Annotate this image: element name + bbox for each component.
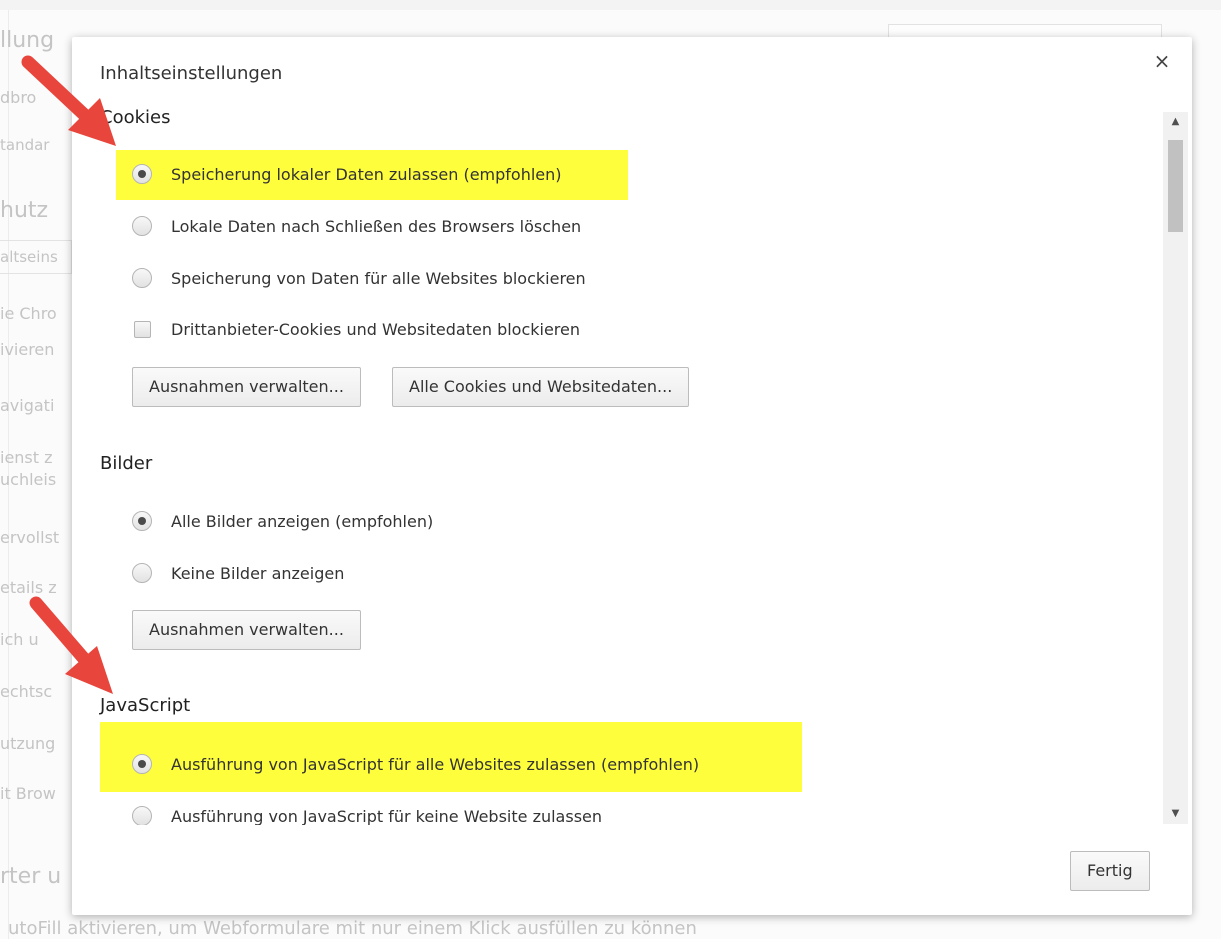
background-fragment: hutz	[0, 198, 49, 223]
background-fragment: etails z	[0, 578, 57, 597]
images-option-show-all[interactable]: Alle Bilder anzeigen (empfohlen)	[132, 509, 433, 533]
option-label: Lokale Daten nach Schließen des Browsers…	[171, 216, 582, 236]
radio-unchecked-icon[interactable]	[132, 216, 152, 236]
background-fragment: echtsc	[0, 682, 53, 701]
radio-unchecked-icon[interactable]	[132, 268, 152, 288]
scroll-up-icon[interactable]: ▲	[1163, 112, 1188, 132]
option-label: Alle Bilder anzeigen (empfohlen)	[171, 511, 434, 531]
background-fragment: dbro	[0, 88, 37, 107]
background-top-bar	[0, 0, 1221, 10]
done-button[interactable]: Fertig	[1070, 851, 1150, 891]
section-title-cookies: Cookies	[100, 107, 171, 128]
dialog-scrollbar[interactable]: ▲ ▼	[1163, 112, 1188, 824]
images-manage-exceptions-button[interactable]: Ausnahmen verwalten...	[132, 610, 361, 650]
scrollbar-thumb[interactable]	[1168, 140, 1183, 232]
section-title-images: Bilder	[100, 453, 153, 474]
background-fragment: utzung	[0, 734, 56, 753]
background-fragment: it Brow	[0, 784, 56, 803]
scroll-down-icon[interactable]: ▼	[1163, 804, 1188, 824]
radio-unchecked-icon[interactable]	[132, 563, 152, 583]
background-fragment: ich u	[0, 630, 39, 649]
radio-unchecked-icon[interactable]	[132, 806, 152, 825]
option-label: Drittanbieter-Cookies und Websitedaten b…	[171, 319, 581, 339]
background-fragment: llung	[0, 28, 55, 53]
option-label: Ausführung von JavaScript für alle Websi…	[171, 754, 700, 774]
background-fragment: rter u	[0, 864, 62, 889]
option-label: Ausführung von JavaScript für keine Webs…	[171, 806, 603, 826]
dialog-title: Inhaltseinstellungen	[100, 63, 283, 84]
javascript-option-block[interactable]: Ausführung von JavaScript für keine Webs…	[132, 804, 602, 825]
section-title-javascript: JavaScript	[100, 695, 191, 716]
background-fragment: altseins	[0, 248, 58, 266]
option-label: Speicherung lokaler Daten zulassen (empf…	[171, 164, 562, 184]
cookies-manage-exceptions-button[interactable]: Ausnahmen verwalten...	[132, 367, 361, 407]
background-fragment: avigati	[0, 396, 55, 415]
close-icon[interactable]: ×	[1150, 49, 1174, 73]
background-fragment: uchleis	[0, 470, 57, 489]
background-fragment: ivieren	[0, 340, 55, 359]
cookies-option-allow[interactable]: Speicherung lokaler Daten zulassen (empf…	[132, 162, 562, 186]
all-cookies-button[interactable]: Alle Cookies und Websitedaten...	[392, 367, 690, 407]
images-option-show-none[interactable]: Keine Bilder anzeigen	[132, 561, 344, 585]
option-label: Speicherung von Daten für alle Websites …	[171, 268, 586, 288]
radio-checked-icon[interactable]	[132, 164, 152, 184]
cookies-third-party-checkbox[interactable]: Drittanbieter-Cookies und Websitedaten b…	[132, 317, 580, 341]
radio-checked-icon[interactable]	[132, 511, 152, 531]
cookies-option-block[interactable]: Speicherung von Daten für alle Websites …	[132, 266, 586, 290]
checkbox-unchecked-icon[interactable]	[134, 320, 151, 338]
option-label: Keine Bilder anzeigen	[171, 563, 345, 583]
background-fragment: tandar	[0, 136, 50, 154]
javascript-option-allow[interactable]: Ausführung von JavaScript für alle Websi…	[132, 752, 699, 776]
background-fragment: ervollst	[0, 528, 60, 547]
content-settings-dialog: Inhaltseinstellungen × Cookies Speicheru…	[72, 37, 1192, 915]
cookies-option-clear-on-exit[interactable]: Lokale Daten nach Schließen des Browsers…	[132, 214, 581, 238]
radio-checked-icon[interactable]	[132, 754, 152, 774]
background-fragment: ienst z	[0, 448, 53, 467]
background-fragment: ie Chro	[0, 304, 57, 323]
settings-scroll-area: Cookies Speicherung lokaler Daten zulass…	[72, 99, 1164, 825]
background-footer-text: utoFill aktivieren, um Webformulare mit …	[8, 918, 697, 939]
